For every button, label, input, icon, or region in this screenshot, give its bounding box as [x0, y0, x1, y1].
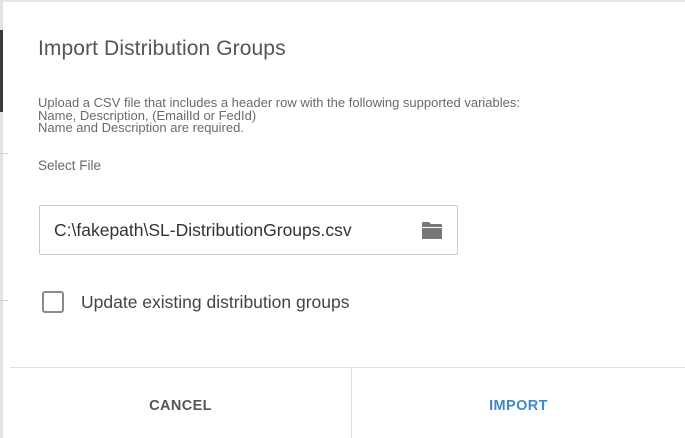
background-page-divider	[0, 153, 8, 154]
cancel-button[interactable]: CANCEL	[10, 368, 351, 438]
file-input[interactable]: C:\fakepath\SL-DistributionGroups.csv	[39, 205, 458, 255]
file-path-value: C:\fakepath\SL-DistributionGroups.csv	[54, 220, 352, 240]
screen-frame: Import Distribution Groups Upload a CSV …	[0, 0, 685, 438]
dialog-title: Import Distribution Groups	[38, 37, 286, 60]
import-distribution-groups-dialog: Import Distribution Groups Upload a CSV …	[10, 4, 685, 438]
update-existing-checkbox[interactable]	[42, 291, 64, 313]
select-file-label: Select File	[38, 158, 102, 173]
instruction-line: Name and Description are required.	[38, 120, 244, 135]
folder-icon[interactable]	[421, 220, 443, 240]
top-border	[0, 0, 685, 2]
background-page-accent	[0, 30, 3, 112]
dialog-instructions: Upload a CSV file that includes a header…	[38, 96, 520, 135]
dialog-footer: CANCEL IMPORT	[10, 367, 685, 438]
background-page-divider	[0, 300, 8, 301]
update-existing-label[interactable]: Update existing distribution groups	[81, 292, 350, 313]
update-existing-row[interactable]: Update existing distribution groups	[42, 289, 442, 317]
import-button[interactable]: IMPORT	[352, 368, 685, 438]
